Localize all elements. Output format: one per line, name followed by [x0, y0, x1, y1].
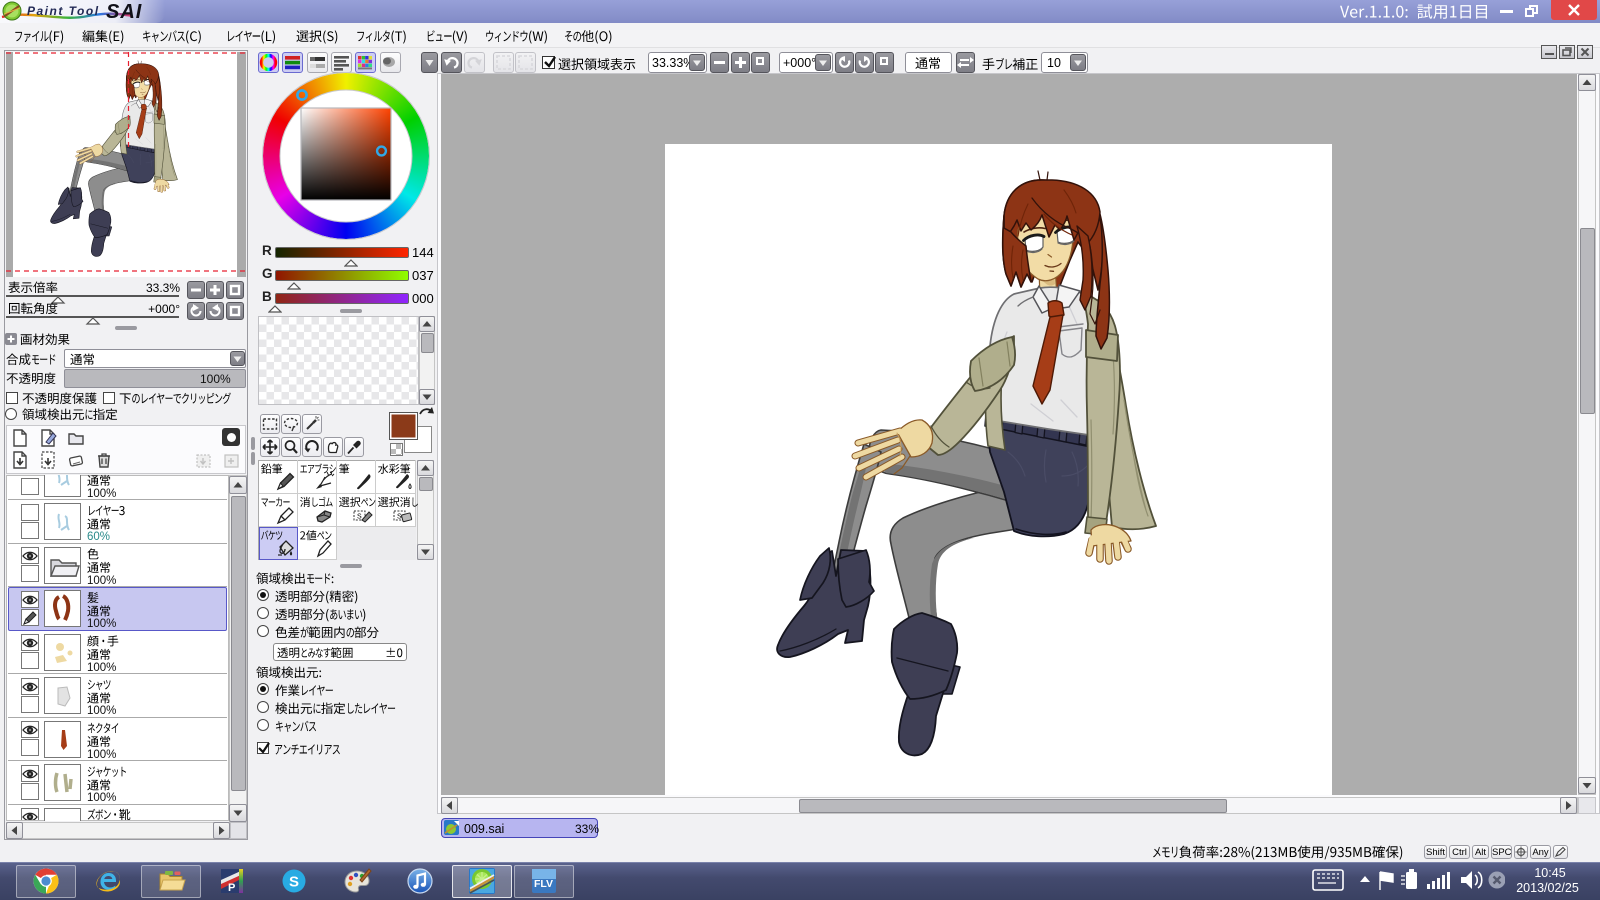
svg-text:S: S: [289, 874, 299, 891]
svg-text:S: S: [357, 513, 362, 520]
svg-text:FLV: FLV: [534, 878, 553, 890]
svg-text:P: P: [228, 882, 235, 894]
svg-text:S: S: [397, 513, 402, 520]
svg-text:Paint Tool: Paint Tool: [27, 4, 100, 18]
svg-text:SAI: SAI: [106, 1, 142, 23]
